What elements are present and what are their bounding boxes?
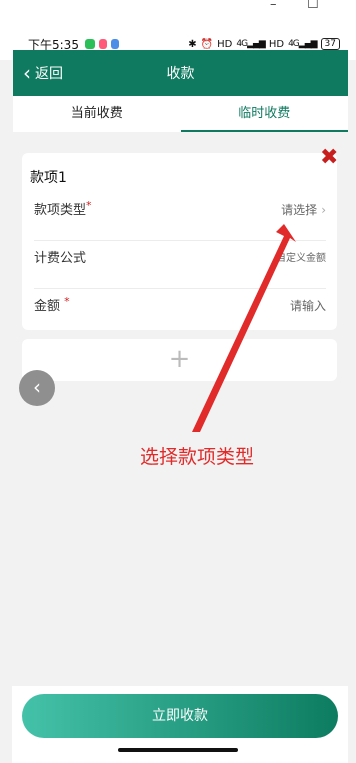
plus-icon: + xyxy=(168,344,191,374)
chevron-left-icon: ‹ xyxy=(33,375,41,399)
video-app-icon xyxy=(98,39,107,49)
amount-row[interactable]: 金额 * 请输入 xyxy=(34,289,326,337)
tab-bar: 当前收费 临时收费 xyxy=(13,96,348,132)
bluetooth-icon: ✱ xyxy=(188,38,197,50)
formula-value[interactable]: 自定义金额 xyxy=(276,249,326,264)
window-bar: – ☐ xyxy=(0,0,356,16)
alarm-icon: ⏰ xyxy=(200,38,214,50)
delete-icon[interactable]: ✖ xyxy=(320,147,338,169)
fee-type-select[interactable]: 请选择 › xyxy=(281,201,326,218)
page-title: 收款 xyxy=(166,66,195,82)
wechat-icon xyxy=(84,39,95,49)
back-button[interactable]: ‹ 返回 xyxy=(13,63,63,83)
home-indicator[interactable] xyxy=(118,748,238,752)
collect-now-button[interactable]: 立即收款 xyxy=(22,694,338,738)
fee-type-label: 款项类型* xyxy=(34,199,92,218)
qq-icon xyxy=(110,39,119,49)
signal-icon: 4G▂▄▆ xyxy=(236,39,265,49)
battery-icon: 37 xyxy=(320,38,340,50)
app-header: ‹ 返回 收款 xyxy=(13,50,348,96)
fee-type-row[interactable]: 款项类型* 请选择 › xyxy=(34,193,326,241)
chevron-left-icon: ‹ xyxy=(23,61,31,85)
add-item-button[interactable]: + xyxy=(22,339,337,381)
chevron-right-icon: › xyxy=(321,203,326,217)
back-label: 返回 xyxy=(35,66,63,82)
hd-icon: HD xyxy=(217,38,233,50)
annotation-text: 选择款项类型 xyxy=(140,446,255,468)
fee-item-card: 款项1 ✖ 款项类型* 请选择 › 计费公式 自定义金额 金额 * 请输入 xyxy=(22,147,338,330)
minimize-icon[interactable]: – xyxy=(270,0,277,12)
formula-row[interactable]: 计费公式 自定义金额 xyxy=(34,241,326,289)
hd-icon-2: HD xyxy=(268,38,285,50)
tab-current-fees[interactable]: 当前收费 xyxy=(13,96,181,132)
floating-back-button[interactable]: ‹ xyxy=(19,370,55,406)
amount-label: 金额 * xyxy=(34,295,70,314)
tab-temporary-fees[interactable]: 临时收费 xyxy=(180,96,349,132)
card-title: 款项1 xyxy=(30,170,67,186)
amount-input[interactable]: 请输入 xyxy=(290,297,326,314)
maximize-icon[interactable]: ☐ xyxy=(307,0,319,12)
signal-icon-2: 4G▂▄▆ xyxy=(288,39,317,49)
formula-label: 计费公式 xyxy=(34,251,87,266)
status-icons: ✱ ⏰ HD 4G▂▄▆ HD 4G▂▄▆ 37 xyxy=(188,38,340,50)
